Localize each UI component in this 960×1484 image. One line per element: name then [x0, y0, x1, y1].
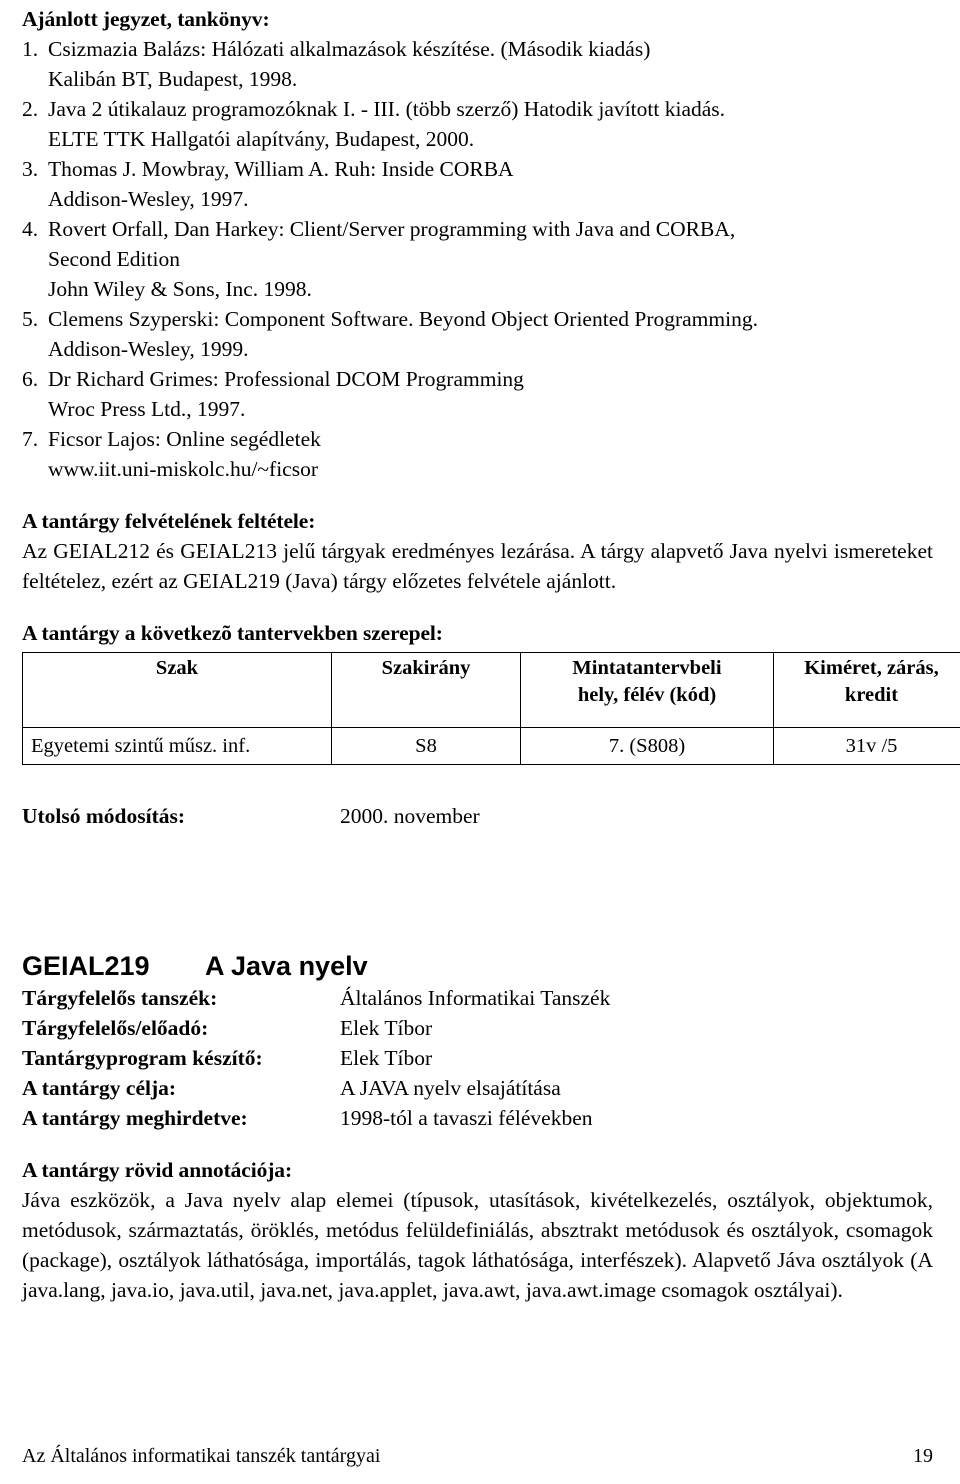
bibliography-item-line: Addison-Wesley, 1997.: [48, 187, 249, 211]
bibliography-list: 1. Csizmazia Balázs: Hálózati alkalmazáso…: [22, 34, 933, 484]
table-column-header-line: Szak: [155, 657, 199, 679]
footer-text: Az Általános informatikai tanszék tantár…: [22, 1445, 381, 1467]
annotation-heading: A tantárgy rövid annotációja:: [22, 1158, 293, 1182]
course-meta-row: A tantárgy meghirdetve: 1998-tól a tavasz…: [22, 1103, 933, 1133]
bibliography-item: 3. Thomas J. Mowbray, William A. Ruh: Ins…: [22, 154, 933, 214]
bibliography-item-line: ELTE TTK Hallgatói alapítvány, Budapest,…: [48, 127, 475, 151]
course-title: GEIAL219 A Java nyelv: [22, 949, 933, 983]
curricula-heading: A tantárgy a következõ tantervekben szer…: [22, 621, 443, 645]
bibliography-item-line: Csizmazia Balázs: Hálózati alkalmazások …: [48, 37, 651, 61]
course-meta-list: Tárgyfelelős tanszék: Általános Informati…: [22, 983, 933, 1133]
table-column-header: Szakirány: [331, 652, 521, 728]
prerequisite-heading: A tantárgy felvételének feltétele:: [22, 509, 316, 533]
bibliography-item-number: 7.: [22, 427, 39, 451]
bibliography-item-number: 4.: [22, 217, 39, 241]
table-column-header-line: Kiméret, zárás,: [804, 657, 939, 679]
last-modified-value: 2000. november: [340, 804, 480, 828]
bibliography-item-number: 2.: [22, 97, 39, 121]
table-cell: Egyetemi szintű műsz. inf.: [22, 727, 332, 765]
table-cell: S8: [331, 727, 521, 765]
course-meta-value: Általános Informatikai Tanszék: [340, 986, 611, 1010]
bibliography-item-line: John Wiley & Sons, Inc. 1998.: [48, 277, 312, 301]
course-meta-label: Tárgyfelelős tanszék:: [22, 986, 218, 1010]
bibliography-item-number: 3.: [22, 157, 39, 181]
course-meta-row: Tárgyfelelős/előadó: Elek Tíbor: [22, 1013, 933, 1043]
bibliography-item-number: 5.: [22, 307, 39, 331]
course-meta-value: A JAVA nyelv elsajátítása: [340, 1076, 561, 1100]
bibliography-item-number: 6.: [22, 367, 39, 391]
course-meta-row: Tárgyfelelős tanszék: Általános Informati…: [22, 983, 933, 1013]
bibliography-item-line: Wroc Press Ltd., 1997.: [48, 397, 246, 421]
bibliography-item: 5. Clemens Szyperski: Component Software.…: [22, 304, 933, 364]
annotation-text: Jáva eszközök, a Java nyelv alap elemei …: [22, 1188, 933, 1302]
page-number: 19: [913, 1445, 933, 1467]
table-column-header: Szak: [22, 652, 332, 728]
bibliography-item-line: Dr Richard Grimes: Professional DCOM Pro…: [48, 367, 524, 391]
course-meta-label: A tantárgy meghirdetve:: [22, 1106, 248, 1130]
bibliography-item: 2. Java 2 útikalauz programozóknak I. - I…: [22, 94, 933, 154]
table-column-header-line: hely, félév (kód): [577, 684, 717, 706]
table-cell: 7. (S808): [520, 727, 774, 765]
table-header: Szak Szakirány Mintatantervbeli hely, félév…: [22, 652, 960, 728]
document-page: Ajánlott jegyzet, tankönyv: 1. Csizmazia …: [0, 0, 960, 1484]
page-content: Ajánlott jegyzet, tankönyv: 1. Csizmazia …: [22, 4, 960, 1305]
table-body: Egyetemi szintű műsz. inf. S8 7. (S808) 31v…: [22, 727, 960, 765]
course-meta-value: Elek Tíbor: [340, 1016, 433, 1040]
course-code: GEIAL219: [22, 951, 150, 981]
last-modified-label: Utolsó módosítás:: [22, 804, 186, 828]
bibliography-item-line: Addison-Wesley, 1999.: [48, 337, 249, 361]
bibliography-heading: Ajánlott jegyzet, tankönyv:: [22, 7, 270, 31]
bibliography-item-line: Second Edition: [48, 247, 180, 271]
table-header-row: Szak Szakirány Mintatantervbeli hely, félév…: [22, 652, 960, 728]
bibliography-item-line: Ficsor Lajos: Online segédletek: [48, 427, 321, 451]
bibliography-item: 7. Ficsor Lajos: Online segédletek www.iit…: [22, 424, 933, 484]
course-meta-value: 1998-tól a tavaszi félévekben: [340, 1106, 593, 1130]
bibliography-item-line: Rovert Orfall, Dan Harkey: Client/Server…: [48, 217, 736, 241]
bibliography-item-number: 1.: [22, 37, 39, 61]
course-meta-label: A tantárgy célja:: [22, 1076, 177, 1100]
course-meta-row: Tantárgyprogram készítő: Elek Tíbor: [22, 1043, 933, 1073]
table-column-header-line: Mintatantervbeli: [572, 657, 722, 679]
course-meta-value: Elek Tíbor: [340, 1046, 433, 1070]
course-meta-row: A tantárgy célja: A JAVA nyelv elsajátítá…: [22, 1073, 933, 1103]
bibliography-item: 4. Rovert Orfall, Dan Harkey: Client/Serv…: [22, 214, 933, 304]
bibliography-item-line: www.iit.uni-miskolc.hu/~ficsor: [48, 457, 318, 481]
course-meta-label: Tárgyfelelős/előadó:: [22, 1016, 209, 1040]
bibliography-item: 1. Csizmazia Balázs: Hálózati alkalmazáso…: [22, 34, 933, 94]
table-column-header: Mintatantervbeli hely, félév (kód): [520, 652, 774, 728]
bibliography-item: 6. Dr Richard Grimes: Professional DCOM P…: [22, 364, 933, 424]
table-cell: 31v /5: [773, 727, 960, 765]
bibliography-item-line: Kalibán BT, Budapest, 1998.: [48, 67, 298, 91]
course-meta-label: Tantárgyprogram készítő:: [22, 1046, 263, 1070]
table-column-header: Kiméret, zárás, kredit: [773, 652, 960, 728]
bibliography-item-line: Java 2 útikalauz programozóknak I. - III…: [48, 97, 726, 121]
prerequisite-text: Az GEIAL212 és GEIAL213 jelű tárgyak ere…: [22, 539, 933, 593]
table-column-header-line: Szakirány: [381, 657, 471, 679]
last-modified-row: Utolsó módosítás: 2000. november: [22, 801, 933, 831]
course-name: A Java nyelv: [205, 951, 368, 981]
bibliography-item-line: Clemens Szyperski: Component Software. B…: [48, 307, 758, 331]
page-footer: Az Általános informatikai tanszék tantár…: [22, 1443, 933, 1469]
table-column-header-line: kredit: [844, 684, 899, 706]
table-row: Egyetemi szintű műsz. inf. S8 7. (S808) 31v…: [22, 727, 960, 765]
bibliography-item-line: Thomas J. Mowbray, William A. Ruh: Insid…: [48, 157, 514, 181]
curricula-table: Szak Szakirány Mintatantervbeli hely, félév…: [22, 652, 960, 765]
